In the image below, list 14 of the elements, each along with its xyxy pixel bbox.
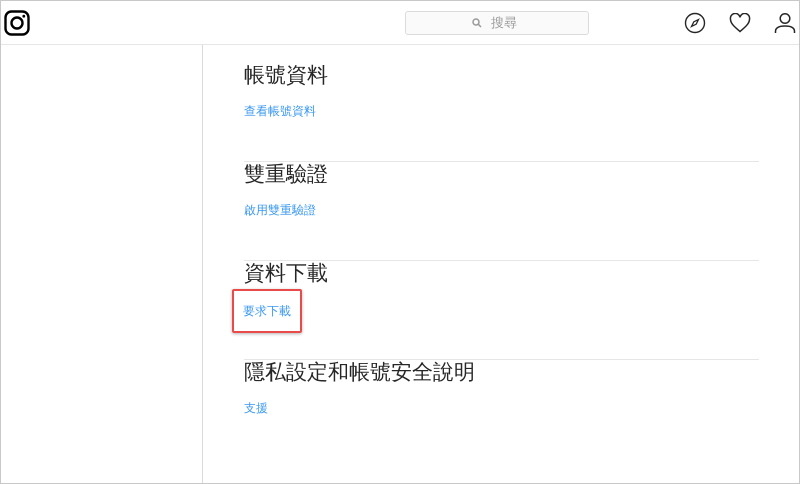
search-icon bbox=[472, 18, 482, 28]
section-heading: 隱私設定和帳號安全說明 bbox=[244, 360, 475, 386]
heart-icon[interactable] bbox=[729, 12, 751, 32]
search-field[interactable]: 搜尋 bbox=[405, 10, 589, 34]
profile-icon[interactable] bbox=[774, 12, 796, 34]
section-link[interactable]: 支援 bbox=[244, 401, 268, 415]
section-link[interactable]: 查看帳號資料 bbox=[244, 104, 316, 118]
section-heading: 雙重驗證 bbox=[244, 162, 328, 188]
compass-icon[interactable] bbox=[684, 12, 706, 34]
section-heading: 帳號資料 bbox=[244, 63, 328, 89]
camera-logo-icon[interactable] bbox=[4, 10, 30, 36]
section-heading: 資料下載 bbox=[244, 261, 328, 287]
section-link[interactable]: 要求下載 bbox=[243, 304, 291, 318]
section-link[interactable]: 啟用雙重驗證 bbox=[244, 203, 316, 217]
